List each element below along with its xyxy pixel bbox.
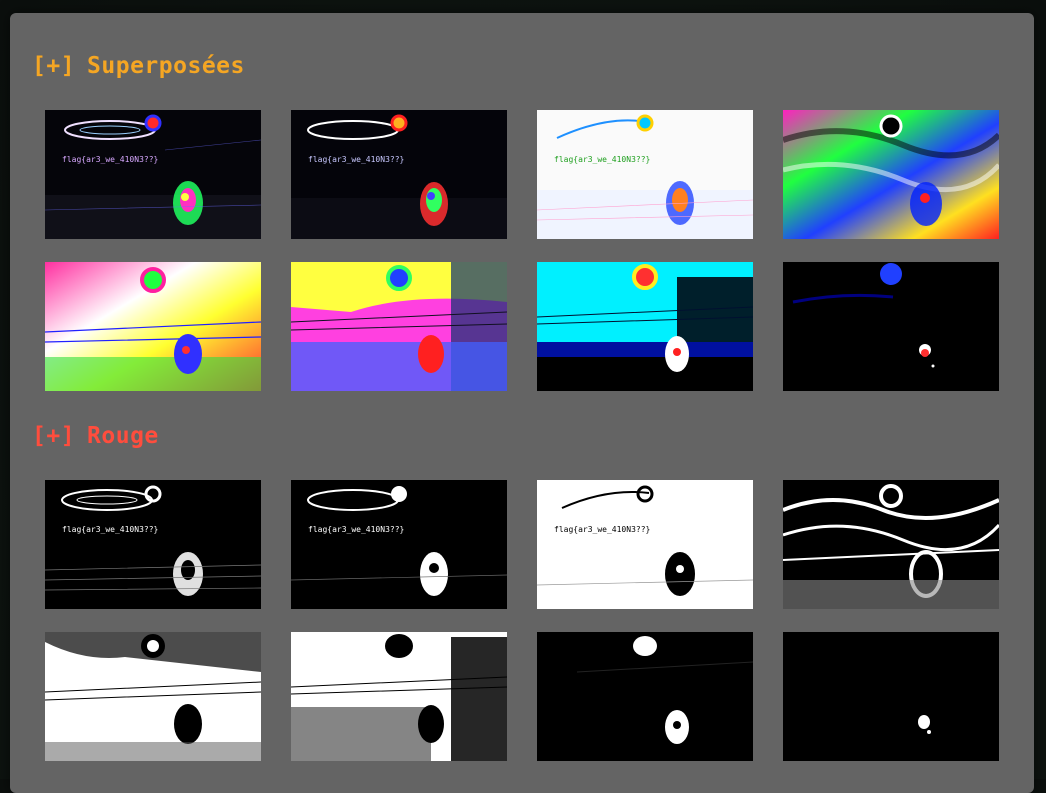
red-channel-image-7[interactable] — [537, 632, 753, 761]
flag-text: flag{ar3_we_410N3??} — [308, 525, 405, 534]
flag-text: flag{ar3_we_410N3??} — [554, 525, 651, 534]
section-title-rouge[interactable]: [+] Rouge — [32, 423, 159, 449]
superposed-image-1[interactable]: flag{ar3_we_410N3??} — [45, 110, 261, 239]
flag-text: flag{ar3_we_410N3??} — [554, 155, 651, 164]
superposed-image-7[interactable] — [537, 262, 753, 391]
flag-text: flag{ar3_we_410N3??} — [62, 155, 159, 164]
flag-text: flag{ar3_we_410N3??} — [62, 525, 159, 534]
section-title-text: Superposées — [87, 53, 245, 79]
red-channel-image-5[interactable] — [45, 632, 261, 761]
superposed-image-6[interactable] — [291, 262, 507, 391]
results-panel: [+] Superposées flag{ar3_we_410N3??} flag… — [10, 13, 1034, 793]
red-channel-image-3[interactable]: flag{ar3_we_410N3??} — [537, 480, 753, 609]
superposed-image-2[interactable]: flag{ar3_we_410N3??} — [291, 110, 507, 239]
red-channel-image-1[interactable]: flag{ar3_we_410N3??} — [45, 480, 261, 609]
superposed-image-5[interactable] — [45, 262, 261, 391]
red-channel-image-8[interactable] — [783, 632, 999, 761]
red-channel-image-2[interactable]: flag{ar3_we_410N3??} — [291, 480, 507, 609]
flag-text: flag{ar3_we_410N3??} — [308, 155, 405, 164]
superposed-image-4[interactable] — [783, 110, 999, 239]
expand-toggle[interactable]: [+] — [32, 53, 75, 79]
superposed-image-3[interactable]: flag{ar3_we_410N3??} — [537, 110, 753, 239]
section-title-superposees[interactable]: [+] Superposées — [32, 53, 245, 79]
superposed-image-8[interactable] — [783, 262, 999, 391]
red-channel-image-6[interactable] — [291, 632, 507, 761]
expand-toggle[interactable]: [+] — [32, 423, 75, 449]
red-channel-image-4[interactable] — [783, 480, 999, 609]
section-title-text: Rouge — [87, 423, 159, 449]
